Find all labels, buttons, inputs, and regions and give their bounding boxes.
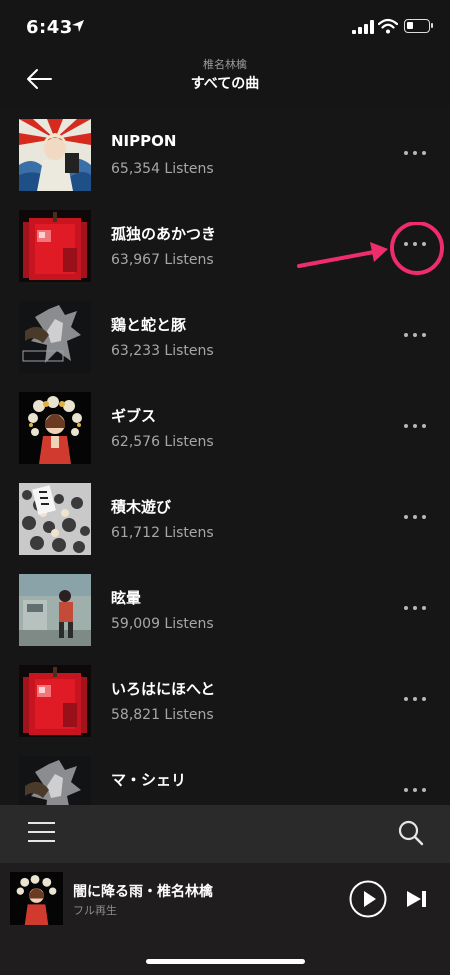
more-options-icon[interactable] <box>402 328 430 344</box>
song-title: いろはにほへと <box>111 680 216 698</box>
search-icon[interactable] <box>398 820 424 846</box>
song-listens: 63,967 Listens <box>111 252 214 268</box>
hamburger-menu-icon[interactable] <box>28 822 55 842</box>
song-listens: 59,009 Listens <box>111 616 214 632</box>
song-title: 眩暈 <box>111 589 142 607</box>
artist-name: 椎名林檎 <box>203 58 247 71</box>
now-playing-title: 闇に降る雨・椎名林檎 <box>73 884 213 900</box>
bottom-toolbar <box>0 805 450 863</box>
song-title: 鶏と蛇と豚 <box>111 316 187 334</box>
song-listens: 63,233 Listens <box>111 343 214 359</box>
song-title: ギブス <box>111 407 157 425</box>
song-row[interactable]: 積木遊び 61,712 Listens <box>0 470 450 561</box>
more-options-icon[interactable] <box>402 510 430 526</box>
song-list[interactable]: NIPPON 65,354 Listens 孤独のあかつき 63,967 Lis… <box>0 106 450 805</box>
annotation-arrow-icon <box>297 222 444 275</box>
battery-icon <box>404 19 433 33</box>
skip-next-icon[interactable] <box>405 889 429 909</box>
album-art <box>19 392 91 464</box>
song-title: マ・シェリ <box>111 771 187 789</box>
more-options-icon[interactable] <box>402 783 430 799</box>
song-row[interactable]: NIPPON 65,354 Listens <box>0 106 450 197</box>
song-row[interactable]: 鶏と蛇と豚 63,233 Listens <box>0 288 450 379</box>
album-art <box>19 301 91 373</box>
status-time: 6:43 <box>26 17 73 38</box>
song-listens: 61,712 Listens <box>111 525 214 541</box>
location-icon <box>72 20 84 32</box>
song-title: 積木遊び <box>111 498 172 516</box>
song-title: NIPPON <box>111 132 177 150</box>
album-art <box>19 119 91 191</box>
cellular-signal-icon <box>352 20 374 34</box>
album-art <box>19 210 91 282</box>
more-options-icon[interactable] <box>402 692 430 708</box>
song-title: 孤独のあかつき <box>111 225 217 243</box>
more-options-icon[interactable] <box>402 146 430 162</box>
album-art <box>19 756 91 805</box>
album-art <box>19 665 91 737</box>
status-bar: 6:43 <box>0 0 450 50</box>
page-title: すべての曲 <box>190 76 260 92</box>
now-playing-art[interactable] <box>10 872 63 925</box>
song-listens: 62,576 Listens <box>111 434 214 450</box>
song-row[interactable]: ギブス 62,576 Listens <box>0 379 450 470</box>
album-art <box>19 483 91 555</box>
song-row[interactable]: いろはにほへと 58,821 Listens <box>0 652 450 743</box>
more-options-icon[interactable] <box>402 601 430 617</box>
song-listens: 58,821 Listens <box>111 707 214 723</box>
wifi-icon <box>378 18 398 34</box>
header: 椎名林檎 すべての曲 <box>0 50 450 106</box>
song-row[interactable]: マ・シェリ <box>0 743 450 805</box>
song-listens: 65,354 Listens <box>111 161 214 177</box>
more-options-icon[interactable] <box>402 419 430 435</box>
song-row[interactable]: 眩暈 59,009 Listens <box>0 561 450 652</box>
album-art <box>19 574 91 646</box>
home-indicator <box>146 959 305 964</box>
play-icon[interactable] <box>349 880 387 918</box>
now-playing-subtitle: フル再生 <box>73 904 117 917</box>
